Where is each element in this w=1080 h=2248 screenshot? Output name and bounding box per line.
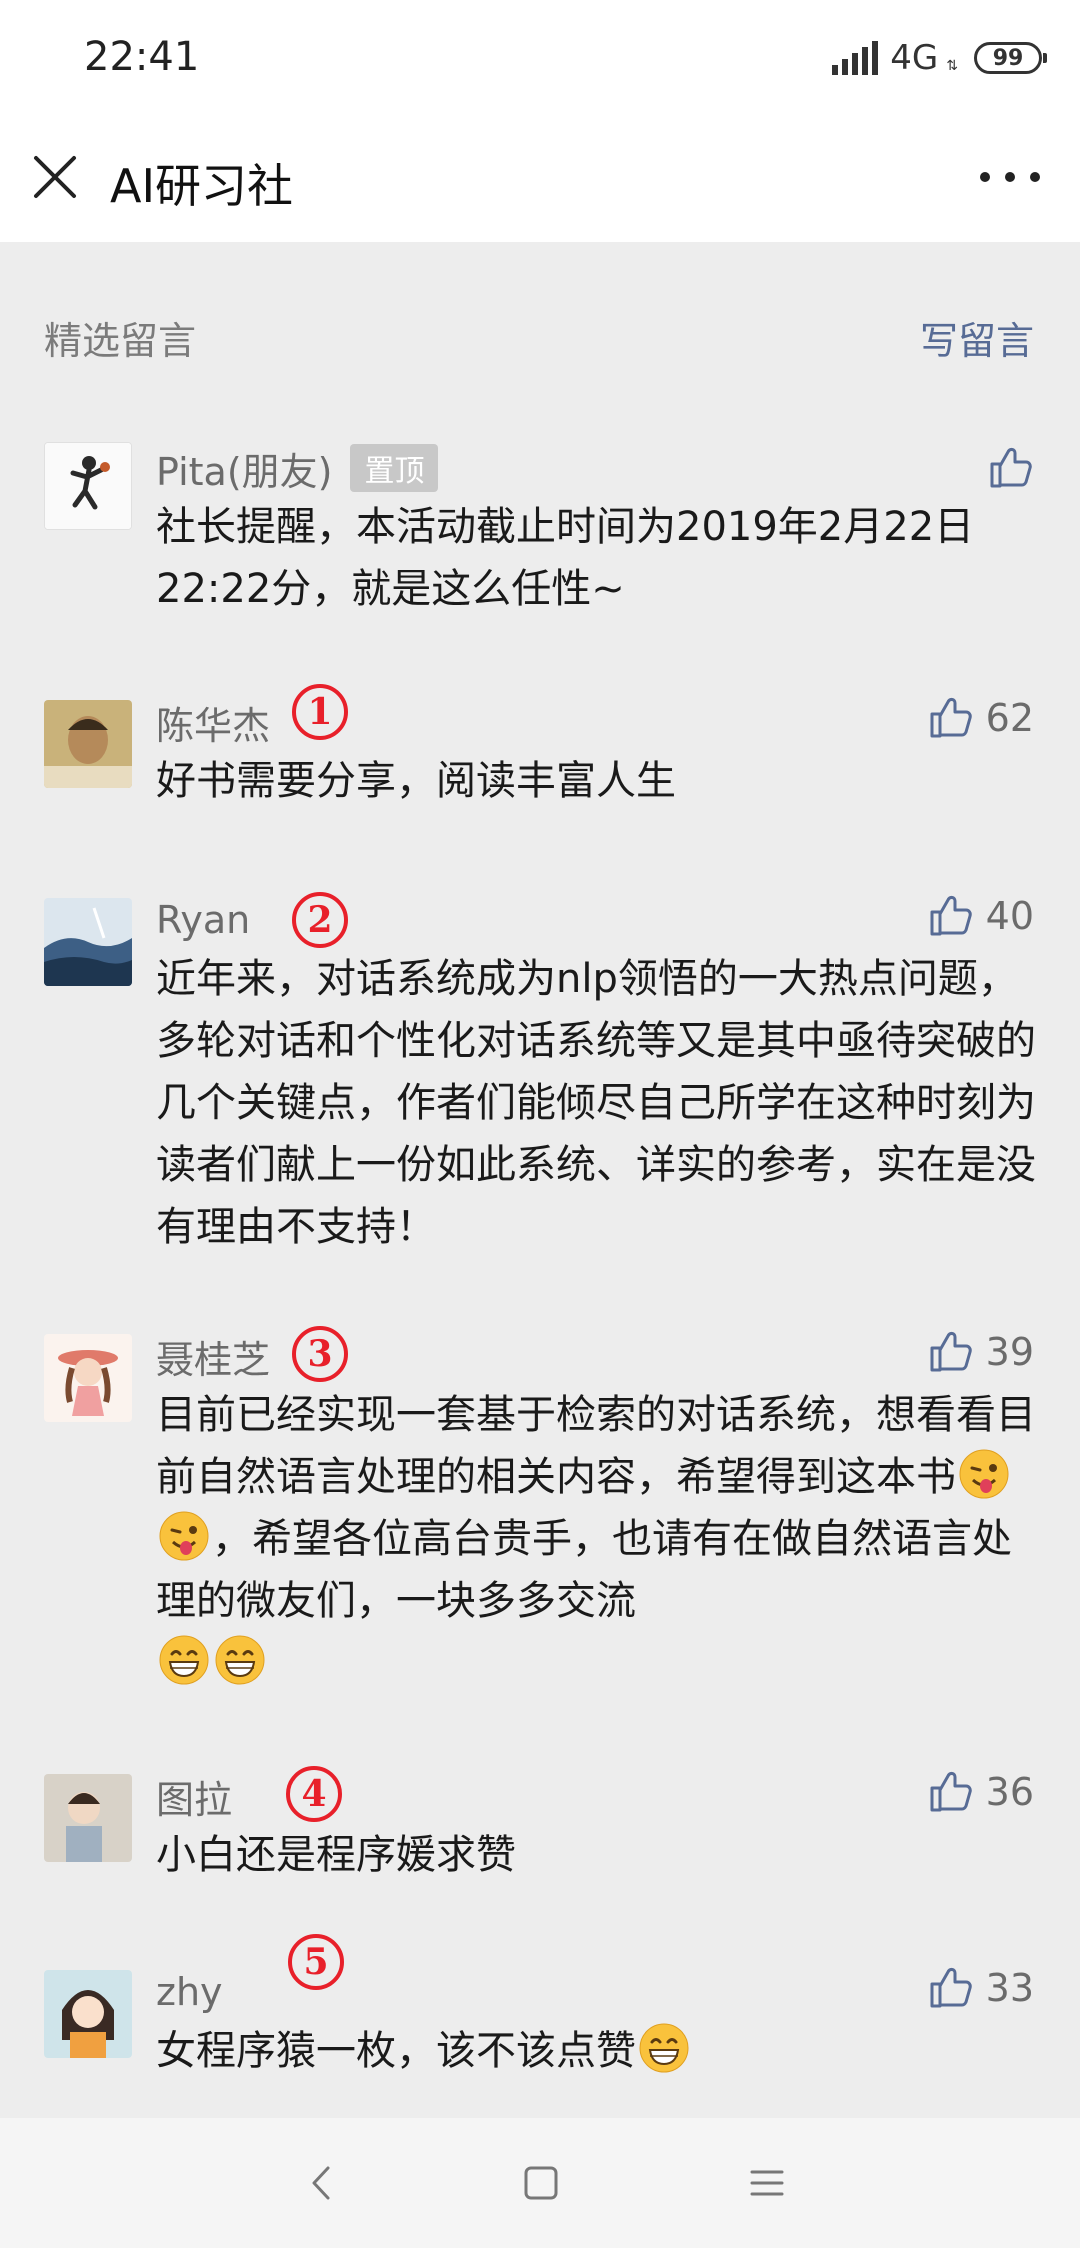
battery-level: 99 (992, 45, 1024, 71)
home-square-icon[interactable] (516, 2158, 566, 2208)
like-count: 62 (985, 696, 1034, 740)
like-button[interactable]: 39 (926, 1324, 1034, 1380)
status-icons: 4G ⇅ 99 (832, 36, 1047, 80)
like-count: 33 (985, 1966, 1034, 2010)
comment-text: 女程序猿一枚，该不该点赞 (156, 2020, 1036, 2082)
avatar[interactable] (44, 1334, 132, 1422)
author-name[interactable]: zhy (156, 1970, 223, 2014)
menu-lines-icon[interactable] (742, 2158, 792, 2208)
like-button[interactable]: 33 (926, 1960, 1034, 2016)
avatar[interactable] (44, 442, 132, 530)
rank-badge-4: 4 (286, 1766, 342, 1822)
status-bar: 22:41 4G ⇅ 99 (0, 0, 1080, 120)
author-name[interactable]: Ryan (156, 898, 250, 942)
thumbs-up-icon (930, 896, 972, 936)
like-count: 40 (985, 894, 1034, 938)
author-name[interactable]: 聂桂芝 (156, 1329, 270, 1384)
status-time: 22:41 (84, 34, 200, 80)
comment-text-part: 女程序猿一枚，该不该点赞 (156, 2028, 636, 2074)
author-line: 图拉 (156, 1768, 232, 1824)
thumbs-up-icon (930, 1772, 972, 1812)
grin-emoji-icon (639, 2023, 689, 2073)
rank-badge-5: 5 (288, 1934, 344, 1990)
thumbs-up-icon (930, 1968, 972, 2008)
grin-emoji-icon (215, 1635, 265, 1685)
system-nav-bar (0, 2118, 1080, 2248)
battery-icon: 99 (974, 42, 1047, 74)
author-line: Ryan (156, 892, 250, 948)
comment-text: 社长提醒，本活动截止时间为2019年2月22日22:22分，就是这么任性~ (156, 504, 975, 612)
like-button[interactable] (986, 440, 1034, 496)
comment-text: 目前已经实现一套基于检索的对话系统，想看看目前自然语言处理的相关内容，希望得到这… (156, 1384, 1036, 1694)
page-title: AI研习社 (110, 159, 294, 213)
back-chevron-icon[interactable] (296, 2158, 346, 2208)
comment-text-part: 目前已经实现一套基于检索的对话系统，想看看目前自然语言处理的相关内容，希望得到这… (156, 1392, 1036, 1500)
thumbs-up-icon (990, 448, 1032, 488)
comment-text: 近年来，对话系统成为nlp领悟的一大热点问题，多轮对话和个性化对话系统等又是其中… (156, 956, 1036, 1250)
avatar[interactable] (44, 898, 132, 986)
close-icon[interactable] (32, 154, 78, 200)
like-button[interactable]: 36 (926, 1764, 1034, 1820)
author-line: 陈华杰 (156, 694, 270, 750)
thumbs-up-icon (930, 1332, 972, 1372)
data-activity-icon: ⇅ (946, 58, 958, 74)
author-line: zhy (156, 1964, 223, 2020)
tongue-wink-emoji-icon (159, 1511, 209, 1561)
author-name[interactable]: Pita(朋友) (156, 441, 332, 496)
comment-text: 小白还是程序媛求赞 (156, 1832, 516, 1878)
author-name[interactable]: 图拉 (156, 1769, 232, 1824)
author-line: 聂桂芝 (156, 1328, 270, 1384)
avatar[interactable] (44, 1774, 132, 1862)
rank-badge-1: 1 (292, 684, 348, 740)
rank-badge-2: 2 (292, 892, 348, 948)
rank-badge-3: 3 (292, 1326, 348, 1382)
author-line: Pita(朋友) 置顶 (156, 440, 439, 496)
network-type: 4G (890, 38, 939, 78)
title-bar: AI研习社 (0, 120, 1080, 242)
like-count: 39 (985, 1330, 1034, 1374)
thumbs-up-icon (930, 698, 972, 738)
like-button[interactable]: 40 (926, 888, 1034, 944)
avatar[interactable] (44, 700, 132, 788)
grin-emoji-icon (159, 1635, 209, 1685)
write-comment-link[interactable]: 写留言 (920, 310, 1034, 365)
author-name[interactable]: 陈华杰 (156, 695, 270, 750)
like-count: 36 (985, 1770, 1034, 1814)
featured-comments-label: 精选留言 (44, 319, 197, 363)
avatar[interactable] (44, 1970, 132, 2058)
comments-header: 精选留言 写留言 (0, 300, 1080, 370)
tongue-wink-emoji-icon (959, 1449, 1009, 1499)
like-button[interactable]: 62 (926, 690, 1034, 746)
signal-icon (832, 41, 879, 75)
comment-text-part: ，希望各位高台贵手，也请有在做自然语言处理的微友们，一块多多交流 (156, 1516, 1012, 1624)
pinned-badge: 置顶 (350, 444, 439, 492)
more-options-icon[interactable] (980, 162, 1040, 192)
comment-text: 好书需要分享，阅读丰富人生 (156, 758, 676, 804)
